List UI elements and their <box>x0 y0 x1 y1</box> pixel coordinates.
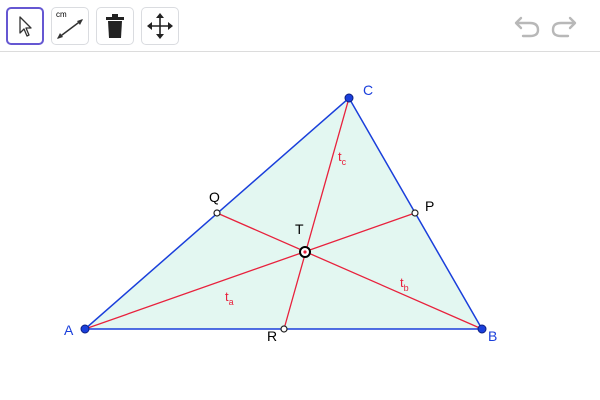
label-b: B <box>488 328 497 344</box>
delete-tool-button[interactable] <box>96 7 134 45</box>
midpoint-r[interactable] <box>280 325 288 333</box>
label-c: C <box>363 82 373 98</box>
label-r: R <box>267 328 277 344</box>
measure-line-icon <box>57 19 83 39</box>
four-arrows-icon <box>147 13 173 39</box>
label-t: T <box>295 221 304 237</box>
midpoint-p[interactable] <box>411 209 419 217</box>
cursor-arrow-icon <box>19 16 32 37</box>
centroid-t-dot <box>303 250 307 254</box>
triangle-abc[interactable] <box>83 96 484 330</box>
vertex-a[interactable] <box>80 324 90 334</box>
vertex-b[interactable] <box>477 324 487 334</box>
vertex-c[interactable] <box>344 93 354 103</box>
trash-icon <box>106 14 124 38</box>
toolbar: cm <box>0 0 600 52</box>
graphics-view[interactable]: A B C P Q R T ta tb tc <box>0 52 600 400</box>
label-q: Q <box>209 189 220 205</box>
midpoint-q[interactable] <box>213 209 221 217</box>
label-a: A <box>64 322 74 338</box>
move-tool-button[interactable] <box>6 7 44 45</box>
label-p: P <box>425 198 434 214</box>
redo-arrow-icon[interactable] <box>549 12 579 40</box>
move-graphics-view-tool-button[interactable] <box>141 7 179 45</box>
distance-tool-button[interactable]: cm <box>51 7 89 45</box>
undo-arrow-icon[interactable] <box>512 12 542 40</box>
